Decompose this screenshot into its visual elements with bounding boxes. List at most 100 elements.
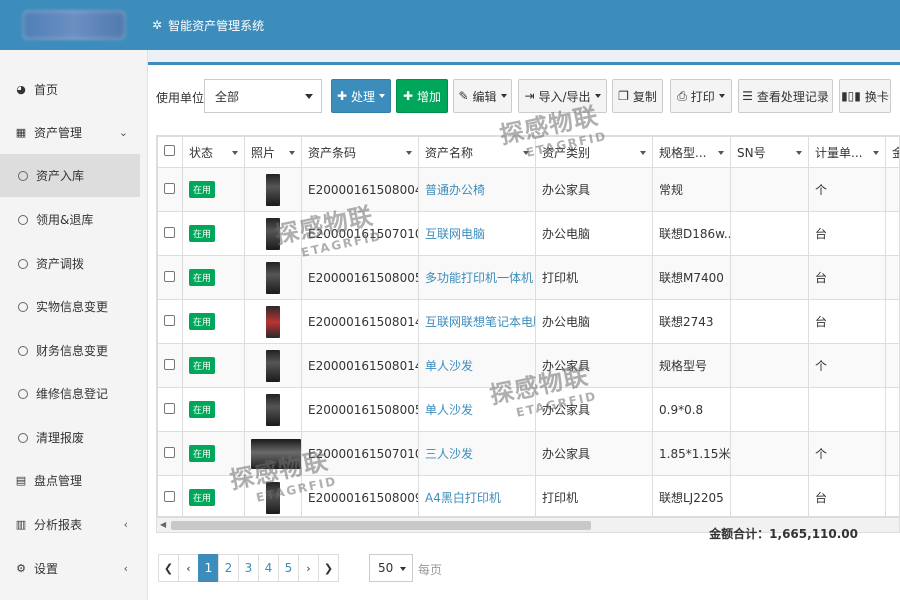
select-all-checkbox[interactable] <box>164 145 175 156</box>
sidebar-item-finance-info-change[interactable]: 财务信息变更 <box>0 329 140 372</box>
process-button[interactable]: ✚ 处理 <box>331 79 391 113</box>
row-checkbox[interactable] <box>164 358 175 370</box>
circle-icon <box>18 170 28 181</box>
asset-name-link[interactable]: 单人沙发 <box>425 403 473 417</box>
logo[interactable] <box>0 0 148 50</box>
chevron-down-icon: ⌄ <box>118 126 128 139</box>
view-records-button[interactable]: ☰ 查看处理记录 <box>738 79 833 113</box>
column-header-status[interactable]: 状态 <box>182 136 245 168</box>
table-row[interactable]: 在用 E200001615080092... A4黑白打印机 打印机 联想LJ2… <box>157 475 899 516</box>
sn-cell <box>730 167 809 212</box>
prev-page-button[interactable]: ‹ <box>178 554 199 582</box>
sidebar-item-home[interactable]: ◕ 首页 <box>0 68 140 111</box>
spec-cell: 联想D186w... <box>652 211 731 256</box>
asset-name-link[interactable]: 互联网电脑 <box>425 227 485 241</box>
import-export-button[interactable]: ⇥ 导入/导出 <box>518 79 607 113</box>
asset-photo[interactable] <box>266 393 280 426</box>
column-header-spec[interactable]: 规格型... <box>652 136 731 168</box>
asset-photo[interactable] <box>266 217 280 250</box>
sidebar-item-asset-inbound[interactable]: 资产入库 <box>0 154 140 197</box>
gear-icon: ⚙ <box>16 562 26 575</box>
copy-button[interactable]: ❐ 复制 <box>612 79 663 113</box>
asset-name-link[interactable]: 普通办公椅 <box>425 183 485 197</box>
amount-cell <box>885 167 899 212</box>
asset-photo[interactable] <box>266 481 280 514</box>
per-page-select[interactable]: 50 <box>369 554 413 582</box>
table-row[interactable]: 在用 E200001615070104... 互联网电脑 办公电脑 联想D186… <box>157 211 899 256</box>
asset-name-link[interactable]: A4黑白打印机 <box>425 491 501 505</box>
edit-button[interactable]: ✎ 编辑 <box>453 79 512 113</box>
page-button[interactable]: 3 <box>238 554 259 582</box>
row-checkbox[interactable] <box>164 270 175 282</box>
row-checkbox[interactable] <box>164 490 175 502</box>
column-header-label: 照片 <box>251 145 276 160</box>
status-badge: 在用 <box>189 269 216 286</box>
page-button[interactable]: 2 <box>218 554 239 582</box>
unit-select-value: 全部 <box>215 89 240 104</box>
column-header-photo[interactable]: 照片 <box>244 136 302 168</box>
swap-card-button[interactable]: ▮▯▮ 换卡 <box>839 79 891 113</box>
category-cell: 办公家具 <box>535 431 653 476</box>
page-button[interactable]: 4 <box>258 554 279 582</box>
category-cell: 办公家具 <box>535 343 653 388</box>
sidebar-item-asset-management[interactable]: ▦ 资产管理 ⌄ <box>0 111 140 154</box>
last-page-button[interactable]: ❯ <box>318 554 339 582</box>
page-button[interactable]: 1 <box>198 554 219 582</box>
pencil-icon: ✎ <box>458 89 469 103</box>
table-row[interactable]: 在用 E200001615080046... 普通办公椅 办公家具 常规 个 <box>157 167 899 212</box>
sidebar-item-label: 资产入库 <box>36 169 85 183</box>
sidebar-item-repair-registration[interactable]: 维修信息登记 <box>0 372 140 415</box>
view-records-label: 查看处理记录 <box>756 89 829 104</box>
edit-label: 编辑 <box>472 89 497 104</box>
add-button[interactable]: ✚ 增加 <box>396 79 448 113</box>
sidebar-item-checkout-return[interactable]: 领用&退库 <box>0 198 140 241</box>
circle-icon <box>18 388 28 399</box>
print-label: 打印 <box>690 89 715 104</box>
sidebar-item-physical-info-change[interactable]: 实物信息变更 <box>0 285 140 328</box>
sidebar-item-settings[interactable]: ⚙ 设置 ‹ <box>0 547 140 590</box>
row-checkbox[interactable] <box>164 446 175 458</box>
sidebar-item-asset-transfer[interactable]: 资产调拨 <box>0 242 140 285</box>
row-checkbox[interactable] <box>164 314 175 326</box>
asset-photo[interactable] <box>266 261 280 294</box>
table-row[interactable]: 在用 E200001615080146... 单人沙发 办公家具 规格型号 个 <box>157 343 899 388</box>
amount-cell <box>885 475 899 516</box>
table-row[interactable]: 在用 E200001615080057... 多功能打印机一体机 打印机 联想M… <box>157 255 899 300</box>
status-badge: 在用 <box>189 313 216 330</box>
column-header-sn[interactable]: SN号 <box>730 136 809 168</box>
print-button[interactable]: ⎙ 打印 <box>670 79 732 113</box>
sidebar-item-disposal[interactable]: 清理报废 <box>0 416 140 459</box>
column-header-amount[interactable]: 金 <box>885 136 899 168</box>
asset-name-link[interactable]: 三人沙发 <box>425 447 473 461</box>
column-header-barcode[interactable]: 资产条码 <box>301 136 419 168</box>
asset-name-link[interactable]: 互联网联想笔记本电脑 <box>425 315 535 329</box>
column-header-category[interactable]: 资产类别 <box>535 136 653 168</box>
unit-select[interactable]: 全部 <box>204 79 322 113</box>
first-page-button[interactable]: ❮ <box>158 554 179 582</box>
row-checkbox[interactable] <box>164 402 175 414</box>
asset-name-link[interactable]: 多功能打印机一体机 <box>425 271 533 285</box>
page-button[interactable]: 5 <box>278 554 299 582</box>
asset-photo[interactable] <box>266 173 280 206</box>
asset-name-link[interactable]: 单人沙发 <box>425 359 473 373</box>
column-header-name[interactable]: 资产名称 <box>418 136 536 168</box>
row-checkbox[interactable] <box>164 226 175 238</box>
column-header-unit[interactable]: 计量单... <box>808 136 886 168</box>
unit-cell <box>808 387 886 432</box>
unit-cell: 台 <box>808 255 886 300</box>
table-row[interactable]: 在用 E200001615080058... 单人沙发 办公家具 0.9*0.8 <box>157 387 899 432</box>
sn-cell <box>730 343 809 388</box>
status-badge: 在用 <box>189 357 216 374</box>
asset-photo[interactable] <box>266 349 280 382</box>
sidebar-item-inventory[interactable]: ▤ 盘点管理 <box>0 459 140 502</box>
asset-photo[interactable] <box>251 438 301 469</box>
sn-cell <box>730 299 809 344</box>
table-row[interactable]: 在用 E200001615070102... 三人沙发 办公家具 1.85*1.… <box>157 431 899 476</box>
row-checkbox[interactable] <box>164 182 175 194</box>
table-row[interactable]: 在用 E200001615080142... 互联网联想笔记本电脑 办公电脑 联… <box>157 299 899 344</box>
next-page-button[interactable]: › <box>298 554 319 582</box>
sidebar-item-reports[interactable]: ▥ 分析报表 ‹ <box>0 503 140 546</box>
asset-photo[interactable] <box>266 305 280 338</box>
amount-cell <box>885 431 899 476</box>
select-all-cell[interactable] <box>157 136 183 168</box>
